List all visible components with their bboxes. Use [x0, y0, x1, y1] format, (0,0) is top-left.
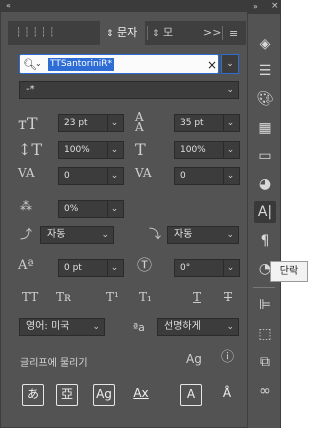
aki-left-icon: ⤴ — [20, 227, 33, 241]
chevron-down-icon[interactable]: ⌄ — [223, 168, 237, 184]
gradient-icon[interactable]: ▭ — [254, 145, 276, 167]
chevron-down-icon[interactable]: ⌄ — [223, 142, 237, 158]
glyph-button-hiragana[interactable]: あ — [22, 384, 44, 406]
tab-second[interactable]: ⇕ 모 — [152, 21, 188, 45]
tab-character[interactable]: ⇕ 문자 — [100, 21, 145, 45]
vertical-scale-icon: ↕T — [18, 140, 43, 159]
glyph-button-ag[interactable]: Ag — [93, 384, 115, 406]
tracking-field[interactable]: 0 ⌄ — [174, 167, 240, 185]
font-family-value[interactable]: TTSantoriniR* — [48, 58, 114, 71]
baseline-shift-field[interactable]: 0 pt ⌄ — [58, 259, 124, 277]
tab-icon: ┆ ┆ ┆ ┆ ┆ — [16, 28, 55, 38]
baseline-shift-icon: Aª — [18, 258, 34, 273]
character-icon[interactable]: A| — [254, 201, 276, 223]
aki-right-icon: ⤵ — [149, 227, 162, 241]
tsume-icon: ⁂ — [20, 199, 32, 213]
rotation-field[interactable]: 0° ⌄ — [174, 259, 240, 277]
paragraph-tooltip: 단락 — [270, 261, 308, 282]
chevron-down-icon[interactable]: ⌄ — [223, 260, 237, 276]
panel-menu-icon[interactable]: ≡ — [229, 28, 238, 39]
strip-divider — [253, 287, 275, 288]
kerning-field[interactable]: 0 ⌄ — [58, 167, 124, 185]
lines-icon[interactable]: ☰ — [254, 60, 276, 82]
chevron-down-icon[interactable]: ⌄ — [107, 260, 121, 276]
aki-right-dropdown[interactable]: 자동 ⌄ — [167, 226, 239, 244]
antialias-dropdown[interactable]: 선명하게 ⌄ — [157, 318, 239, 336]
chevron-down-icon[interactable]: ⌄ — [107, 168, 121, 184]
links-icon[interactable]: ∞ — [254, 380, 276, 402]
tab-character-left[interactable]: ┆ ┆ ┆ ┆ ┆ — [12, 21, 100, 45]
tracking-icon: VA — [135, 166, 152, 180]
antialias-icon: ªa — [133, 321, 145, 334]
palette-icon[interactable]: 🎨︎ — [254, 88, 276, 110]
chevron-down-icon[interactable]: ⌄ — [107, 201, 121, 217]
paragraph-icon[interactable]: ¶ — [254, 230, 276, 252]
panel-titlebar[interactable] — [0, 0, 249, 12]
chevron-down-icon: ⌄ — [226, 322, 234, 332]
transparency-icon[interactable]: ◕ — [254, 173, 276, 195]
glyph-button-a-ring[interactable]: Å — [216, 384, 238, 406]
expand-arrows-icon[interactable]: » — [253, 3, 258, 11]
close-icon[interactable]: × — [271, 2, 279, 11]
vertical-scale-field[interactable]: 100% ⌄ — [58, 141, 124, 159]
subscript-button[interactable]: T₁ — [139, 290, 152, 304]
clear-icon[interactable]: × — [207, 59, 217, 71]
horizontal-scale-icon: T — [135, 140, 146, 159]
collapse-arrows-icon[interactable]: « — [6, 2, 11, 10]
chevron-down-icon: ⌄ — [101, 230, 109, 240]
tab-updown-icon: ⇕ — [106, 29, 114, 39]
tab-overflow[interactable]: >> — [203, 21, 221, 45]
font-list-button[interactable]: ⌄ — [221, 54, 239, 74]
glyph-button-a[interactable]: A — [180, 384, 202, 406]
font-size-field[interactable]: 23 pt ⌄ — [58, 114, 124, 132]
tsume-field[interactable]: 0% ⌄ — [58, 200, 124, 218]
chevron-down-icon: ⌄ — [226, 230, 234, 240]
pathfinder-icon[interactable]: ⧉ — [254, 351, 276, 373]
glyph-snap-icon[interactable]: Ag — [186, 353, 202, 365]
align-icon[interactable]: ⊫ — [254, 294, 276, 316]
tab-updown-icon: ⇕ — [152, 29, 160, 39]
leading-icon: AA — [135, 110, 144, 134]
transform-icon[interactable]: ⬚ — [254, 323, 276, 345]
all-caps-button[interactable]: TT — [22, 290, 38, 304]
tab-separator — [147, 26, 148, 40]
snap-to-glyph-label: 글리프에 물리기 — [20, 358, 88, 369]
font-family-field[interactable]: 🔍︎ ⌄ TTSantoriniR* × — [19, 54, 219, 74]
kerning-icon: VA — [18, 166, 35, 180]
font-style-dropdown[interactable]: -* ⌄ — [19, 81, 239, 99]
horizontal-scale-field[interactable]: 100% ⌄ — [174, 141, 240, 159]
strikethrough-button[interactable]: T — [224, 290, 232, 304]
underline-button[interactable]: T — [193, 290, 201, 304]
info-icon[interactable]: ⓘ — [221, 351, 234, 364]
tab-separator — [222, 26, 223, 40]
rotation-icon: Ⓣ — [137, 256, 153, 274]
chevron-down-icon[interactable]: ⌄ — [223, 115, 237, 131]
layers-icon[interactable]: ◈ — [254, 33, 276, 55]
chevron-down-icon[interactable]: ⌄ — [107, 142, 121, 158]
superscript-button[interactable]: T¹ — [106, 290, 119, 304]
glyph-button-ax[interactable]: Ax — [130, 384, 152, 406]
swatches-icon[interactable]: ▦ — [254, 117, 276, 139]
language-dropdown[interactable]: 영어: 미국 ⌄ — [19, 318, 105, 336]
font-size-icon: ᴛT — [18, 114, 38, 133]
glyph-button-kanji[interactable]: 亞 — [56, 384, 78, 406]
small-caps-button[interactable]: Tʀ — [56, 290, 71, 304]
leading-field[interactable]: 35 pt ⌄ — [174, 114, 240, 132]
chevron-down-icon: ⌄ — [226, 85, 234, 95]
chevron-down-icon: ⌄ — [92, 322, 100, 332]
aki-left-dropdown[interactable]: 자동 ⌄ — [40, 226, 114, 244]
chevron-down-icon[interactable]: ⌄ — [35, 60, 42, 68]
chevron-down-icon[interactable]: ⌄ — [107, 115, 121, 131]
